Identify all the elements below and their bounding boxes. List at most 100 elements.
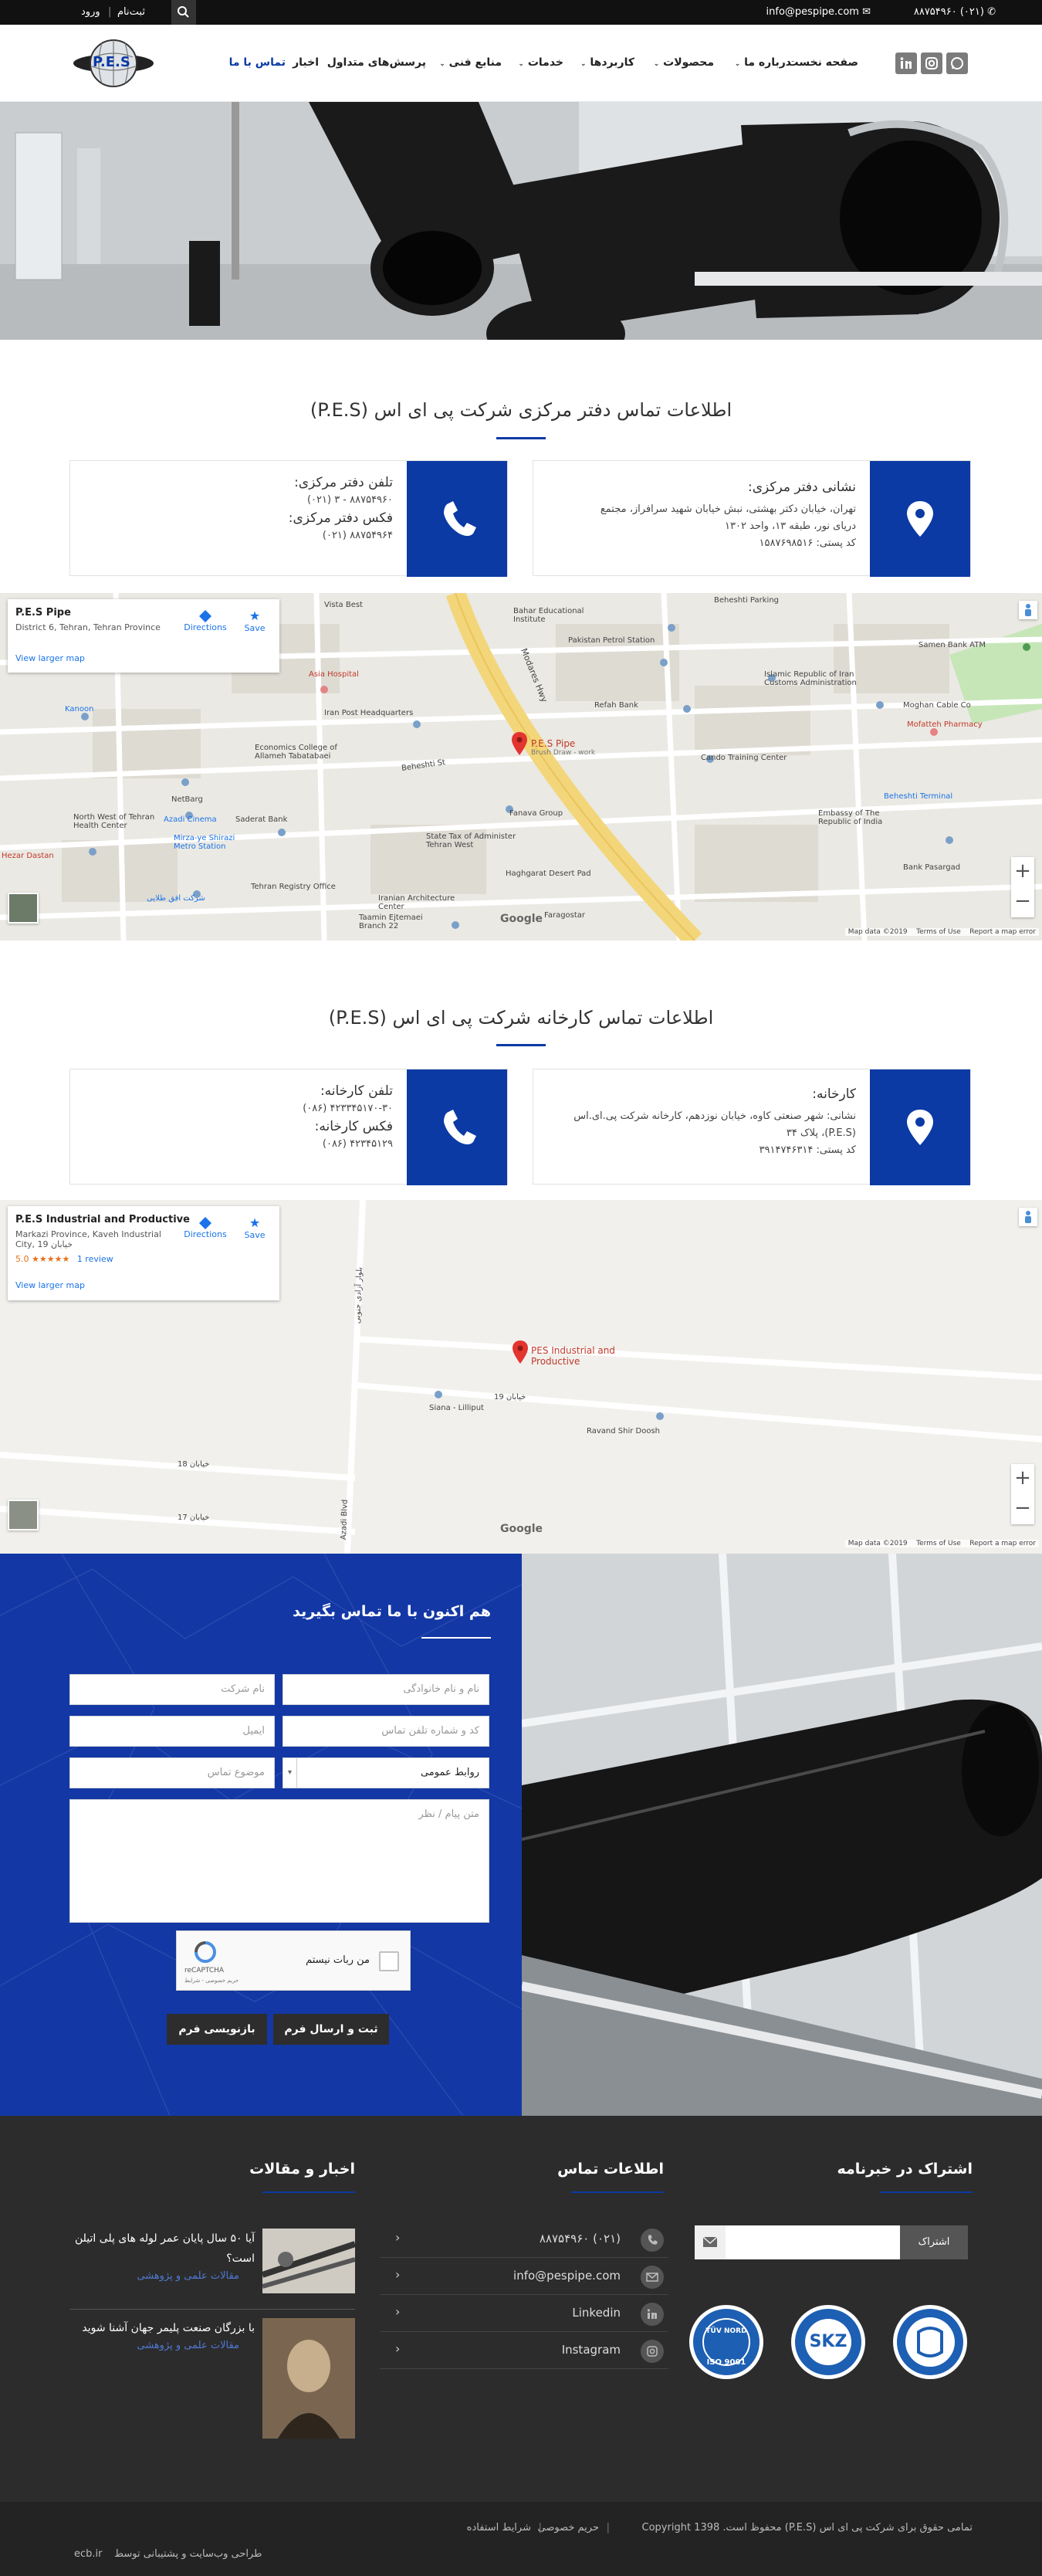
terms-of-use-link[interactable]: Terms of Use [916,928,961,936]
instagram-button[interactable] [921,53,942,74]
street-view-button[interactable] [1019,1208,1037,1226]
subject-input[interactable]: موضوع تماس [69,1757,275,1788]
office-fax-title: فکس دفتر مرکزی: [288,510,393,526]
news-thumbnail[interactable] [262,2229,355,2293]
news-item-category[interactable]: مقالات علمی و پژوهشی [137,2270,239,2282]
recaptcha-privacy-terms[interactable]: حریم خصوصی - شرایط [184,1978,239,1984]
news-item-category[interactable]: مقالات علمی و پژوهشی [137,2340,239,2351]
message-textarea[interactable]: متن پیام / نظر [69,1799,489,1923]
office-phone[interactable]: ۸۸۷۵۴۹۶۰ - ۳ (۰۲۱) [92,492,393,509]
news-item-title[interactable]: با بزرگان صنعت پلیمر جهان آشنا شوید [62,2318,255,2338]
map-label: Iranian Architecture Center [378,894,455,911]
whatsapp-button[interactable] [946,53,968,74]
submit-form-button[interactable]: ثبت و ارسال فرم [273,2014,389,2045]
login-link[interactable]: ورود [81,6,100,18]
terms-of-use-link[interactable]: Terms of Use [916,1540,961,1547]
footer-contact-instagram[interactable]: Instagram › [380,2332,668,2369]
nav-about[interactable]: درباره ما ⌄ [735,56,791,69]
office-title-underline [496,437,546,439]
reviews-link[interactable]: 1 review [77,1254,113,1264]
report-map-error-link[interactable]: Report a map error [969,1540,1036,1547]
office-map[interactable]: Vista Best Bahar Educational Institute P… [0,593,1042,941]
save-place-button[interactable]: ★ Save [239,1215,270,1240]
name-input[interactable]: نام و نام خانوادگی [282,1674,489,1705]
report-map-error-link[interactable]: Report a map error [969,928,1036,936]
view-larger-map-link[interactable]: View larger map [15,653,85,663]
map-attribution: Map data ©2019 Terms of Use Report a map… [844,1540,1039,1547]
footer-contact-phone[interactable]: ۸۸۷۵۴۹۶۰ (۰۲۱) › [380,2221,668,2258]
certification-logos: TÜV NORD ISO 9001 SKZ [685,2301,971,2384]
reset-form-button[interactable]: بازنویسی فرم [167,2014,267,2045]
footer-contact-linkedin[interactable]: Linkedin › [380,2295,668,2332]
zoom-in-button[interactable]: + [1011,857,1034,887]
subscribe-button[interactable]: اشتراک [900,2225,968,2259]
nav-faq[interactable]: پرسش‌های متداول [327,56,426,69]
map-pin-icon [512,732,527,755]
designer-link[interactable]: ecb.ir [74,2548,103,2560]
factory-map[interactable]: Siana - Lilliput Ravand Shir Doosh بلوار… [0,1200,1042,1554]
view-larger-map-link[interactable]: View larger map [15,1280,85,1290]
privacy-link[interactable]: حریم خصوصی [537,2522,599,2534]
company-input[interactable]: نام شرکت [69,1674,275,1705]
search-button[interactable] [171,0,196,25]
factory-phone[interactable]: ۴۲۳۳۴۵۱۷۰-۳۰ (۰۸۶) [92,1100,393,1117]
newsletter-email-input[interactable] [726,2225,900,2259]
linkedin-icon [641,2303,664,2326]
office-fax: ۸۸۷۵۴۹۶۴ (۰۲۱) [322,530,393,541]
directions-button[interactable]: Directions [182,608,228,632]
chevron-right-icon: › [395,2267,401,2282]
footer-contact-email[interactable]: info@pespipe.com › [380,2258,668,2295]
linkedin-icon [900,57,912,69]
zoom-out-button[interactable]: − [1011,1494,1034,1524]
map-label: Ravand Shir Doosh [587,1427,661,1435]
topbar-phone[interactable]: ۸۸۷۵۴۹۶۰ (۰۲۱) ✆ [914,6,996,18]
footer-contact-title-underline [571,2191,664,2193]
zoom-out-button[interactable]: − [1011,887,1034,917]
office-phone-icon-box [407,461,507,577]
office-map-info-box: P.E.S Pipe District 6, Tehran, Tehran Pr… [8,599,279,673]
map-label: Samen Bank ATM [919,641,986,649]
topbar-email[interactable]: info@pespipe.com ✉ [766,6,871,18]
map-pin-icon [907,1110,933,1145]
top-bar: ۸۸۷۵۴۹۶۰ (۰۲۱) ✆ info@pespipe.com ✉ ورود… [0,0,1042,25]
nav-products[interactable]: محصولات ⌄ [654,56,714,69]
map-label: Refah Bank [594,701,638,710]
factory-postal-code: کد پستی: ۳۹۱۴۷۴۶۳۱۴ [759,1144,856,1156]
department-select[interactable]: روابط عمومی ▾ [282,1757,489,1788]
news-item-title[interactable]: آیا ۵۰ سال پایان عمر لوله های پلی اتیلن … [62,2229,255,2269]
logo[interactable]: P.E.S [71,34,156,93]
nav-news[interactable]: اخبار [293,56,319,69]
factory-map-pin[interactable] [513,1341,528,1364]
nav-technical[interactable]: منابع فنی ⌄ [439,56,502,69]
star-icon: ★ [249,1215,261,1230]
factory-address-card: کارخانه: نشانی: شهر صنعتی کاوه، خیابان ن… [533,1069,971,1185]
iran-standard-logo [893,2305,967,2379]
zoom-in-button[interactable]: + [1011,1464,1034,1494]
street-view-button[interactable] [1019,601,1037,619]
satellite-toggle[interactable] [8,1500,39,1530]
nav-services[interactable]: خدمات ⌄ [518,56,563,69]
recaptcha-checkbox[interactable] [379,1951,399,1971]
chevron-right-icon: › [395,2341,401,2356]
register-link[interactable]: ثبت‌نام [117,6,145,18]
map-label: Beheshti Parking [714,596,780,605]
email-input[interactable]: ایمیل [69,1716,275,1747]
satellite-toggle[interactable] [8,893,39,924]
nav-home[interactable]: صفحه نخست [788,56,858,69]
rating-stars: ★★★★★ [32,1254,70,1264]
map-label: Azadi Blvd [340,1499,350,1541]
directions-button[interactable]: Directions [182,1215,228,1239]
terms-link[interactable]: شرایط استفاده [467,2522,531,2534]
chevron-down-icon: ⌄ [580,60,587,68]
form-title-underline [421,1637,491,1639]
news-thumbnail[interactable] [262,2318,355,2439]
pipe-photo-illustration [522,1554,1042,2116]
save-place-button[interactable]: ★ Save [239,608,270,633]
phone-input[interactable]: کد و شماره تلفن تماس [282,1716,489,1747]
footer-contact-title: اطلاعات تماس [557,2161,664,2178]
nav-applications[interactable]: کاربردها ⌄ [580,56,634,69]
office-pin-sub: Brush Draw - work [531,749,596,757]
nav-contact[interactable]: تماس با ما [229,56,286,69]
office-map-pin[interactable] [512,732,527,755]
linkedin-button[interactable] [895,53,917,74]
